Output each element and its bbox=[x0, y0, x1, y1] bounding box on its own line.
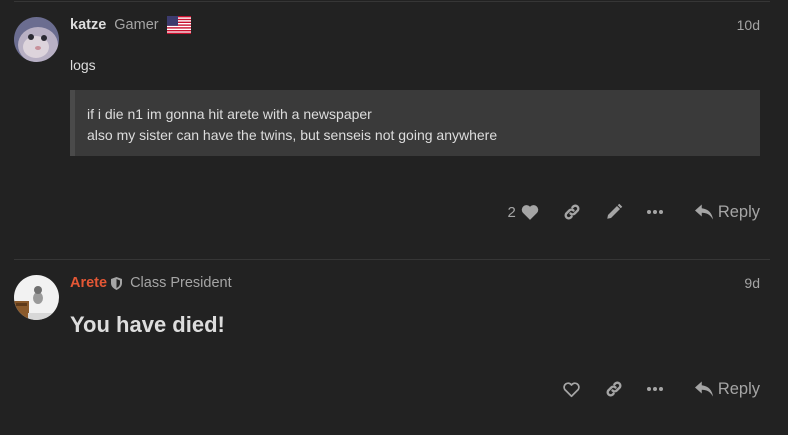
post-actions: 2 Reply bbox=[507, 200, 760, 224]
username[interactable]: katze bbox=[70, 17, 106, 33]
post-date[interactable]: 10d bbox=[737, 17, 760, 33]
quote-line: if i die n1 im gonna hit arete with a ne… bbox=[87, 106, 372, 122]
avatar[interactable] bbox=[14, 17, 59, 62]
more-button[interactable] bbox=[646, 209, 663, 215]
reply-button[interactable]: Reply bbox=[694, 379, 760, 399]
reply-button[interactable]: Reply bbox=[694, 202, 760, 222]
user-title: Class President bbox=[130, 275, 232, 291]
like-button[interactable] bbox=[521, 204, 539, 220]
copy-link-button[interactable] bbox=[563, 203, 581, 221]
post-heading: You have died! bbox=[70, 312, 225, 337]
heart-outline-icon bbox=[562, 381, 581, 398]
reply-arrow-icon bbox=[694, 204, 718, 220]
like-button[interactable] bbox=[562, 381, 581, 398]
shield-icon bbox=[111, 276, 123, 290]
heart-filled-icon bbox=[521, 204, 539, 220]
ellipsis-icon bbox=[646, 386, 663, 392]
edit-button[interactable] bbox=[605, 203, 623, 221]
link-icon bbox=[605, 380, 623, 398]
reply-label: Reply bbox=[717, 202, 760, 221]
blockquote: if i die n1 im gonna hit arete with a ne… bbox=[70, 90, 760, 156]
username[interactable]: Arete bbox=[70, 275, 107, 291]
top-divider bbox=[14, 1, 770, 2]
pencil-icon bbox=[605, 203, 623, 221]
ellipsis-icon bbox=[646, 209, 663, 215]
more-button[interactable] bbox=[646, 386, 663, 392]
post-meta: katze Gamer bbox=[70, 15, 191, 35]
us-flag-icon bbox=[166, 16, 191, 34]
link-icon bbox=[563, 203, 581, 221]
post-actions: Reply bbox=[562, 377, 760, 401]
user-title: Gamer bbox=[114, 17, 159, 33]
post-divider bbox=[14, 259, 770, 260]
reply-arrow-icon bbox=[694, 381, 718, 397]
quote-line: also my sister can have the twins, but s… bbox=[87, 127, 498, 143]
post-meta: Arete Class President bbox=[70, 273, 232, 293]
like-count[interactable]: 2 bbox=[507, 204, 515, 221]
avatar[interactable] bbox=[14, 275, 59, 320]
post-date[interactable]: 9d bbox=[744, 275, 760, 291]
reply-label: Reply bbox=[717, 379, 760, 398]
post-body: logs bbox=[70, 57, 96, 73]
copy-link-button[interactable] bbox=[605, 380, 623, 398]
